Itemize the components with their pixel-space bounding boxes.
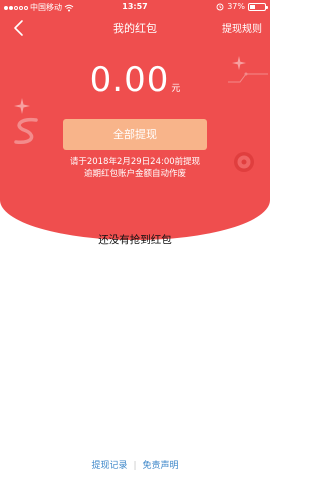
- withdraw-rules-link[interactable]: 提现规则: [222, 20, 262, 35]
- disclaimer-link[interactable]: 免责声明: [143, 461, 179, 471]
- balance-display: 0.00 元: [0, 60, 270, 100]
- notice-line-1: 请于2018年2月29日24:00前提现: [69, 157, 201, 167]
- status-right: 37%: [216, 2, 268, 11]
- battery-percent: 37%: [227, 2, 245, 11]
- notice-line-2: 逾期红包账户金额自动作废: [83, 169, 186, 179]
- empty-state-message: 还没有抢到红包: [98, 234, 172, 246]
- withdraw-deadline-notice: 请于2018年2月29日24:00前提现 逾期红包账户金额自动作废: [0, 156, 270, 180]
- footer-links: 提现记录 | 免责声明: [0, 458, 270, 471]
- nav-bar: 我的红包 提现规则: [0, 14, 270, 42]
- status-bar: 中国移动 13:57 37%: [0, 0, 270, 14]
- footer-separator: |: [133, 461, 137, 471]
- withdraw-all-button[interactable]: 全部提现: [63, 119, 207, 150]
- alarm-icon: [216, 3, 224, 10]
- balance-value: 0.00: [89, 60, 170, 100]
- swirl-decoration-icon: [14, 117, 38, 144]
- battery-icon: [248, 2, 268, 11]
- balance-unit: 元: [171, 84, 181, 94]
- withdraw-records-link[interactable]: 提现记录: [91, 461, 127, 471]
